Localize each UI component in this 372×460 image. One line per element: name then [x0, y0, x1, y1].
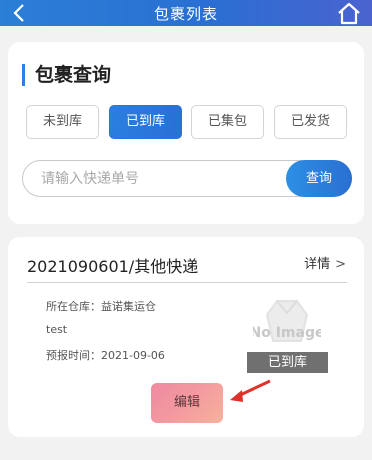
header-bar: 包裹列表: [0, 0, 372, 26]
query-title: 包裹查询: [22, 64, 111, 86]
tab-arrived[interactable]: 已到库: [109, 105, 182, 139]
no-image-placeholder: No Image: [250, 295, 324, 357]
divider: [27, 282, 347, 283]
forecast-time-text: 预报时间：2021-09-06: [46, 349, 165, 362]
status-badge: 已到库: [247, 352, 328, 373]
search-box: 查询: [22, 160, 352, 197]
page-title: 包裹列表: [153, 5, 218, 23]
warehouse-text: 所在仓库：益诺集运仓: [46, 300, 156, 313]
edit-button[interactable]: 编辑: [151, 383, 223, 423]
chevron-right-icon: >: [335, 257, 346, 272]
search-button[interactable]: 查询: [286, 160, 352, 197]
package-card: 2021090601/其他快递 详情 > 所在仓库：益诺集运仓 test 预报时间…: [8, 237, 364, 437]
tab-shipped[interactable]: 已发货: [274, 105, 347, 139]
detail-label: 详情: [304, 257, 331, 272]
query-card: 包裹查询 未到库 已到库 已集包 已发货 查询: [8, 42, 364, 224]
tab-not-arrived[interactable]: 未到库: [26, 105, 99, 139]
no-image-label: No Image: [253, 325, 321, 341]
tracking-number-input[interactable]: [41, 161, 281, 196]
note-text: test: [46, 323, 68, 336]
arrow-icon: [224, 377, 274, 407]
home-icon[interactable]: [336, 1, 362, 25]
package-number: 2021090601/其他快递: [27, 257, 199, 276]
detail-link[interactable]: 详情 >: [304, 253, 346, 272]
tab-consolidated[interactable]: 已集包: [191, 105, 264, 139]
